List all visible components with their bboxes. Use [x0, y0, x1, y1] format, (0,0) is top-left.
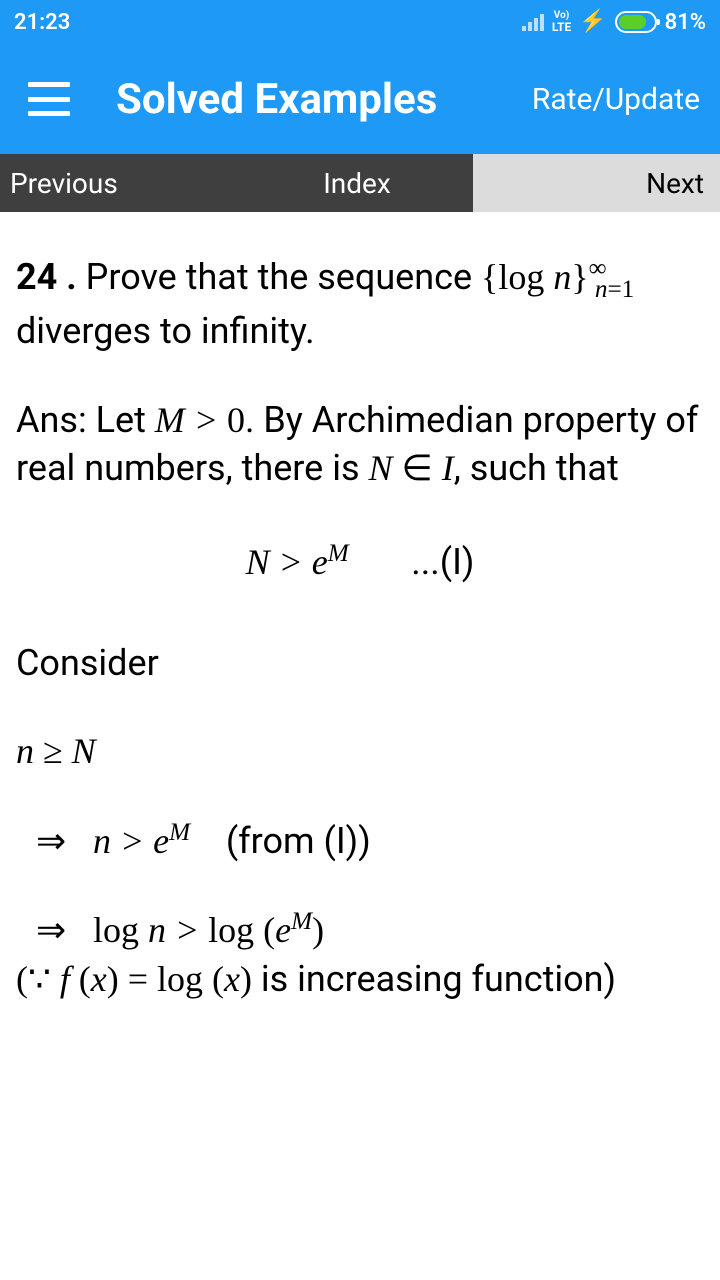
tab-previous[interactable]: Previous [0, 154, 241, 212]
step-implies-1: ⇒ n > eM (from (I)) [16, 816, 704, 866]
page-title: Solved Examples [116, 75, 532, 124]
battery-percent: 81% [665, 10, 706, 35]
app-bar: Solved Examples Rate/Update [0, 44, 720, 154]
status-right: Vo) LTE ⚡ 81% [522, 10, 706, 35]
rate-update-link[interactable]: Rate/Update [532, 82, 700, 117]
question-number: 24 . [16, 256, 77, 298]
menu-icon[interactable] [28, 82, 70, 116]
network-type-icon: Vo) LTE [552, 11, 571, 33]
nav-tabs: Previous Index Next [0, 154, 720, 212]
step-implies-2: ⇒ log n > log (eM) (∵ f (x) = log (x) is… [16, 905, 704, 1003]
equation-1: N > eM ...(I) [16, 537, 704, 587]
status-bar: 21:23 Vo) LTE ⚡ 81% [0, 0, 720, 44]
consider-label: Consider [16, 639, 704, 688]
tab-index[interactable]: Index [241, 154, 472, 212]
content-body: 24 . Prove that the sequence {log n}∞ n=… [0, 212, 720, 1004]
answer-intro: Ans: Let M > 0. By Archimedian property … [16, 396, 704, 493]
charging-icon: ⚡ [579, 11, 606, 33]
status-time: 21:23 [14, 10, 70, 35]
battery-icon [615, 11, 657, 33]
signal-icon [522, 13, 544, 31]
question-text: 24 . Prove that the sequence {log n}∞ n=… [16, 252, 704, 356]
step-n-ge-N: n ≥ N [16, 727, 704, 776]
tab-next[interactable]: Next [473, 154, 720, 212]
